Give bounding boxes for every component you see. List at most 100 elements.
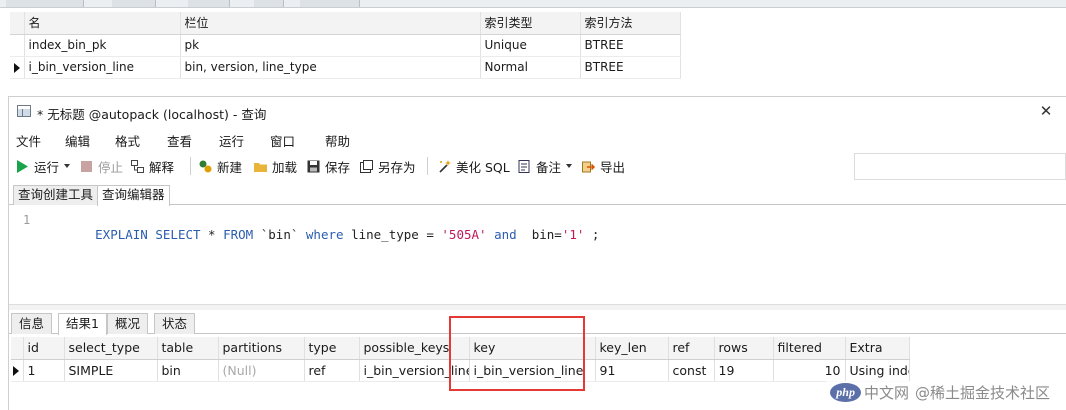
sql-token: and	[494, 227, 517, 242]
save-button[interactable]: 保存	[306, 157, 350, 175]
explain-icon	[130, 159, 145, 174]
close-icon[interactable]: ✕	[1036, 101, 1056, 121]
table-row[interactable]: 1 SIMPLE bin (Null) ref i_bin_version_li…	[11, 359, 910, 382]
top-tab[interactable]	[300, 0, 360, 7]
explain-label: 解释	[149, 159, 175, 175]
table-cell[interactable]: 19	[714, 359, 774, 382]
top-tab[interactable]	[6, 0, 84, 7]
column-header-name[interactable]: 名	[24, 12, 181, 35]
menu-item-view[interactable]: 查看	[167, 131, 192, 150]
table-cell[interactable]: 91	[595, 359, 669, 382]
table-cell[interactable]: bin, version, line_type	[180, 56, 481, 79]
toolbar-separator	[190, 157, 191, 175]
column-header-fields[interactable]: 栏位	[180, 12, 481, 35]
index-header-row: 名 栏位 索引类型 索引方法	[10, 12, 681, 35]
current-row-arrow-icon	[13, 366, 19, 376]
export-button[interactable]: 导出	[581, 157, 625, 175]
table-cell[interactable]: index_bin_pk	[24, 34, 181, 57]
toolbar-search-box[interactable]	[854, 153, 1066, 180]
menu-item-format[interactable]: 格式	[115, 131, 140, 150]
table-cell[interactable]: pk	[180, 34, 481, 57]
menu-item-window[interactable]: 窗口	[270, 131, 295, 150]
column-header-key[interactable]: key	[469, 337, 596, 360]
current-row-arrow-icon	[14, 62, 20, 73]
tab-query-builder[interactable]: 查询创建工具	[13, 185, 99, 205]
table-cell[interactable]: i_bin_version_line	[359, 359, 470, 382]
column-header-possible-keys[interactable]: possible_keys	[359, 337, 470, 360]
new-button[interactable]: 新建	[198, 157, 242, 175]
watermark-site: @稀土掘金技术社区	[914, 384, 1050, 402]
tab-profile[interactable]: 概况	[107, 313, 149, 334]
column-header-select-type[interactable]: select_type	[64, 337, 158, 360]
menu-item-run[interactable]: 运行	[219, 131, 244, 150]
menu-bar: 文件 编辑 格式 查看 运行 窗口 帮助	[9, 128, 1066, 150]
table-cell[interactable]: const	[668, 359, 715, 382]
sql-token: `bin`	[253, 227, 306, 242]
window-title: * 无标题 @autopack (localhost) - 查询	[37, 107, 267, 122]
title-bar[interactable]: * 无标题 @autopack (localhost) - 查询 ✕	[9, 97, 1066, 126]
new-query-icon	[198, 159, 213, 174]
tab-status[interactable]: 状态	[154, 313, 196, 334]
column-header-rows[interactable]: rows	[714, 337, 774, 360]
table-cell[interactable]: Normal	[480, 56, 581, 79]
top-tab[interactable]	[188, 0, 230, 7]
note-button[interactable]: 备注	[517, 157, 573, 175]
tab-query-editor[interactable]: 查询编辑器	[97, 185, 170, 206]
run-button[interactable]: 运行	[15, 157, 71, 175]
row-indicator-header	[10, 12, 25, 35]
column-header-table[interactable]: table	[157, 337, 219, 360]
top-tab[interactable]	[112, 0, 156, 7]
sql-token: ;	[584, 227, 600, 242]
explain-button[interactable]: 解释	[130, 157, 174, 175]
table-cell[interactable]: (Null)	[218, 359, 305, 382]
load-button[interactable]: 加载	[253, 157, 297, 175]
sql-token: bin=	[516, 227, 562, 242]
chevron-down-icon[interactable]	[566, 164, 573, 168]
column-header-filtered[interactable]: filtered	[773, 337, 846, 360]
sql-token: line_type =	[343, 227, 442, 242]
table-row[interactable]: index_bin_pk pk Unique BTREE	[10, 34, 681, 57]
column-header-index-method[interactable]: 索引方法	[580, 12, 681, 35]
chevron-down-icon[interactable]	[64, 164, 71, 168]
sql-code-line[interactable]: EXPLAIN SELECT * FROM `bin` where line_t…	[50, 212, 599, 257]
column-header-key-len[interactable]: key_len	[595, 337, 669, 360]
line-number: 1	[23, 213, 31, 227]
column-header-partitions[interactable]: partitions	[218, 337, 305, 360]
column-header-ref[interactable]: ref	[668, 337, 715, 360]
top-tab[interactable]	[254, 0, 284, 7]
save-as-button[interactable]: 另存为	[359, 157, 416, 175]
table-cell[interactable]: BTREE	[580, 56, 681, 79]
column-header-index-type[interactable]: 索引类型	[480, 12, 581, 35]
table-cell[interactable]: Using index	[845, 359, 910, 382]
column-header-id[interactable]: id	[23, 337, 65, 360]
table-cell[interactable]: i_bin_version_line	[24, 56, 181, 79]
table-cell[interactable]: 1	[23, 359, 65, 382]
table-cell[interactable]: SIMPLE	[64, 359, 158, 382]
table-cell[interactable]: i_bin_version_line	[469, 359, 596, 382]
menu-item-edit[interactable]: 编辑	[65, 131, 90, 150]
column-header-type[interactable]: type	[304, 337, 360, 360]
menu-item-file[interactable]: 文件	[16, 131, 41, 150]
table-cell[interactable]: 10	[773, 359, 846, 382]
tab-info[interactable]: 信息	[11, 313, 53, 334]
row-indicator	[10, 56, 25, 79]
new-label: 新建	[217, 159, 243, 175]
sql-token: where	[305, 227, 344, 242]
table-cell[interactable]: Unique	[480, 34, 581, 57]
table-cell[interactable]: bin	[157, 359, 219, 382]
magic-wand-icon	[437, 159, 452, 174]
table-cell[interactable]: BTREE	[580, 34, 681, 57]
stop-button[interactable]: 停止	[79, 157, 123, 175]
save-as-label: 另存为	[378, 159, 416, 175]
tab-result1[interactable]: 结果1	[58, 313, 107, 335]
sql-editor[interactable]: 1 EXPLAIN SELECT * FROM `bin` where line…	[9, 206, 1066, 302]
column-header-extra[interactable]: Extra	[845, 337, 910, 360]
top-tab-strip	[0, 0, 1066, 8]
query-window: * 无标题 @autopack (localhost) - 查询 ✕ 文件 编辑…	[8, 96, 1066, 410]
beautify-sql-button[interactable]: 美化 SQL	[437, 157, 510, 175]
menu-item-help[interactable]: 帮助	[325, 131, 350, 150]
table-cell[interactable]: ref	[304, 359, 360, 382]
sql-token: '1'	[561, 227, 585, 242]
table-row[interactable]: i_bin_version_line bin, version, line_ty…	[10, 56, 681, 79]
